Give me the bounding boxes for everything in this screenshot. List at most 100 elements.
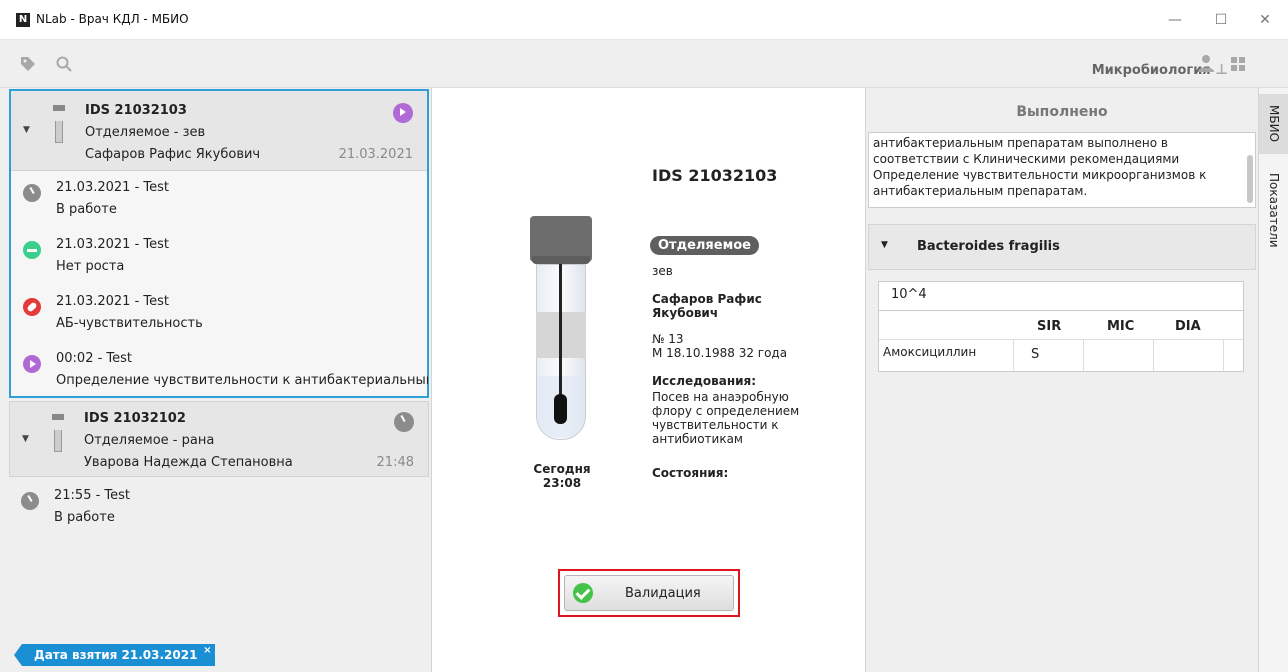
event-item[interactable]: 00:02 - Test Определение чувствительност… [11,343,431,399]
search-icon[interactable] [56,56,72,76]
material-badge: Отделяемое [650,236,759,255]
collapse-arrow-icon[interactable]: ▼ [22,434,29,444]
clock-icon [394,412,414,432]
column-divider [1223,339,1224,371]
close-button[interactable]: ✕ [1250,8,1280,32]
minimize-button[interactable]: — [1160,8,1190,32]
event-status: Нет роста [56,259,125,274]
column-divider [1153,339,1154,371]
today-label: Сегодня [533,462,591,476]
note-line: соответствии с Клиническими рекомендация… [873,152,1180,166]
event-status: АБ-чувствительность [56,316,203,331]
grid-menu-icon[interactable] [1230,56,1246,76]
department-label: Микробиология [1091,63,1211,78]
event-status: В работе [56,202,117,217]
tab-mbio[interactable]: МБИО [1259,94,1288,154]
study-line: антибиотикам [652,432,743,446]
states-label: Состояния: [652,466,729,480]
bacteria-header[interactable]: ▼ Bacteroides fragilis [868,224,1256,270]
event-item[interactable]: 21.03.2021 - Test АБ-чувствительность [11,286,431,342]
titer-field[interactable]: 10^4 [878,281,1244,311]
check-circle-icon [573,583,593,603]
event-time: 21.03.2021 - Test [56,294,169,309]
collapse-arrow-icon[interactable]: ▼ [881,240,888,250]
row-divider [879,339,1243,340]
drug-name: Амоксициллин [883,345,977,359]
column-header: SIR [1037,319,1062,334]
study-line: чувствительности к [652,418,779,432]
sample-date: 21.03.2021 [338,147,413,162]
today-time: 23:08 [542,476,582,490]
sample-card-selected[interactable]: ▼ IDS 21032103 Отделяемое - зев Сафаров … [9,89,429,398]
sample-patient: Уварова Надежда Степановна [84,455,293,470]
toolbar: Микробиология ⊥ [0,40,1288,88]
event-item[interactable]: 21.03.2021 - Test Нет роста [11,229,431,285]
test-tube-icon [52,414,64,452]
sample-ids: IDS 21032103 [85,103,187,118]
sample-ids: IDS 21032102 [84,411,186,426]
swab-tube-image [530,216,592,442]
filter-chip-label: Дата взятия 21.03.2021 [34,648,198,662]
column-divider [1083,339,1084,371]
play-icon [23,355,41,373]
studies-label: Исследования: [652,374,757,388]
note-line: антибактериальным препаратам. [873,184,1088,198]
no-growth-icon [23,241,41,259]
sample-patient: Сафаров Рафис Якубович [85,147,261,162]
detail-number: № 13 [652,332,684,346]
clock-icon [21,492,39,510]
susceptibility-table: SIR MIC DIA Амоксициллин S [878,310,1244,372]
event-time: 21:55 - Test [54,488,131,503]
column-header: MIC [1107,319,1135,334]
sample-card-header[interactable]: ▼ IDS 21032103 Отделяемое - зев Сафаров … [11,91,427,171]
close-icon[interactable]: × [203,644,211,662]
study-line: флору с определением [652,404,800,418]
event-status: Определение чувствительности к антибакте… [56,373,428,388]
event-time: 00:02 - Test [56,351,133,366]
filter-chip[interactable]: Дата взятия 21.03.2021 × [14,644,216,666]
sir-value[interactable]: S [1031,347,1039,362]
sample-detail-panel: Сегодня 23:08 IDS 21032103 Отделяемое зе… [432,88,866,672]
user-icon[interactable] [1198,54,1214,76]
detail-site: зев [652,264,673,278]
note-line: Определение чувствительности микрооргани… [873,168,1207,182]
result-status: Выполнено [1016,104,1108,120]
detail-patient-line2: Якубович [652,306,719,320]
sample-material: Отделяемое - рана [84,433,215,448]
event-time: 21.03.2021 - Test [56,180,169,195]
column-header: DIA [1175,319,1201,334]
scrollbar[interactable] [1247,155,1253,203]
validate-label: Валидация [625,586,701,601]
validate-button[interactable]: Валидация [564,575,734,611]
window-titlebar: N NLab - Врач КДЛ - МБИО — ☐ ✕ [0,0,1288,40]
sample-date: 21:48 [376,455,414,470]
clock-icon [23,184,41,202]
note-line: антибактериальным препаратам выполнено в [873,136,1168,150]
sample-list-panel: ▼ IDS 21032103 Отделяемое - зев Сафаров … [0,88,432,672]
tag-icon[interactable] [20,56,36,76]
result-panel: Выполнено антибактериальным препаратам в… [866,88,1258,672]
event-time: 21.03.2021 - Test [56,237,169,252]
side-tabs: МБИО Показатели [1258,88,1288,672]
study-line: Посев на анаэробную [652,390,789,404]
app-logo: N [16,13,30,27]
tab-indicators[interactable]: Показатели [1259,160,1288,260]
received-time: Сегодня 23:08 [532,462,592,490]
detail-patient-line1: Сафаров Рафис [652,292,762,306]
sample-material: Отделяемое - зев [85,125,206,140]
maximize-button[interactable]: ☐ [1206,8,1236,32]
event-item[interactable]: 21.03.2021 - Test В работе [11,172,431,228]
result-note[interactable]: антибактериальным препаратам выполнено в… [868,132,1256,208]
window-title: NLab - Врач КДЛ - МБИО [36,12,189,26]
bacteria-name: Bacteroides fragilis [917,239,1060,254]
pill-icon [23,298,41,316]
sample-card-header[interactable]: ▼ IDS 21032102 Отделяемое - рана Уварова… [9,401,429,477]
detail-demographics: М 18.10.1988 32 года [652,346,788,360]
detail-ids: IDS 21032103 [652,166,778,185]
play-icon [393,103,413,123]
test-tube-icon [53,105,65,143]
collapse-arrow-icon[interactable]: ▼ [23,125,30,135]
flask-icon: ⊥ [1215,62,1228,78]
event-item[interactable]: 21:55 - Test В работе [9,480,429,536]
column-divider [1013,339,1014,371]
